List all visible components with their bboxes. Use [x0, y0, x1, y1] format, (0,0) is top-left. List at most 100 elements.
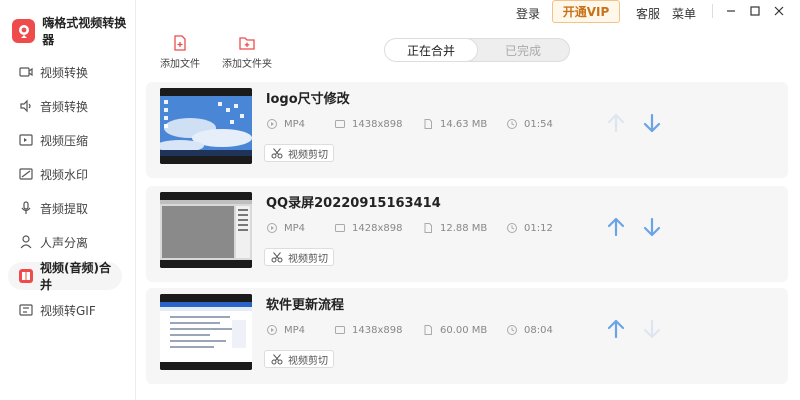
file-size: 60.00 MB [422, 324, 487, 336]
file-size-icon [422, 222, 440, 234]
duration-icon [506, 118, 524, 130]
clip-video-button[interactable]: 视频剪切 [264, 144, 334, 162]
add-folder-label: 添加文件夹 [222, 59, 272, 70]
file-size: 14.63 MB [422, 118, 487, 130]
format-icon [266, 324, 284, 336]
file-duration: 01:12 [506, 222, 553, 234]
add-folder-button[interactable]: 添加文件夹 [222, 34, 272, 70]
file-resolution-value: 1438x898 [352, 324, 403, 336]
move-up-icon[interactable] [605, 318, 627, 340]
move-up-icon[interactable] [605, 216, 627, 238]
file-size-icon [422, 118, 440, 130]
app-logo-icon [12, 19, 36, 43]
audio-convert-icon [18, 98, 34, 114]
file-duration-value: 01:54 [524, 118, 553, 130]
duration-icon [506, 324, 524, 336]
sidebar-item-label: 视频转换 [40, 65, 89, 80]
sidebar-item-label: 音频提取 [40, 201, 89, 216]
sidebar-item-video-gif[interactable]: 视频转GIF [8, 296, 122, 324]
file-card: QQ录屏20220915163414 MP4 1428x898 12.88 MB 01:… [146, 186, 788, 282]
file-card: logo尺寸修改 MP4 1438x898 14.63 MB 01:54 视频剪切 [146, 82, 788, 178]
move-down-icon[interactable] [641, 216, 663, 238]
sidebar-item-label: 视频水印 [40, 167, 89, 182]
file-size-value: 12.88 MB [440, 222, 488, 234]
file-resolution: 1438x898 [334, 118, 402, 130]
clip-video-label: 视频剪切 [288, 355, 328, 367]
sidebar-item-audio-convert[interactable]: 音频转换 [8, 92, 122, 120]
video-compress-icon [18, 132, 34, 148]
move-down-icon [641, 318, 663, 340]
scissors-icon [271, 148, 283, 159]
file-format-value: MP4 [284, 222, 306, 234]
file-format-value: MP4 [284, 118, 306, 130]
sidebar-item-audio-extract[interactable]: 音频提取 [8, 194, 122, 222]
file-format-value: MP4 [284, 324, 306, 336]
file-title: logo尺寸修改 [266, 92, 350, 107]
resolution-icon [334, 324, 352, 336]
title-bar-divider [712, 4, 713, 18]
clip-video-button[interactable]: 视频剪切 [264, 350, 334, 368]
status-tabs: 正在合并 已完成 [384, 38, 570, 62]
file-format: MP4 [266, 118, 305, 130]
app-name: 嗨格式视频转换器 [42, 16, 127, 47]
sidebar-item-voice-separate[interactable]: 人声分离 [8, 228, 122, 256]
video-convert-icon [18, 64, 34, 80]
file-size-value: 60.00 MB [440, 324, 488, 336]
file-card: 软件更新流程 MP4 1438x898 60.00 MB 08:04 视频剪切 [146, 288, 788, 384]
vip-button[interactable]: 开通VIP [552, 0, 620, 23]
file-resolution: 1428x898 [334, 222, 402, 234]
video-watermark-icon [18, 166, 34, 182]
resolution-icon [334, 118, 352, 130]
title-bar: 登录 开通VIP 客服 菜单 [136, 0, 800, 24]
file-size-icon [422, 324, 440, 336]
add-file-icon [174, 35, 186, 51]
duration-icon [506, 222, 524, 234]
tab-completed[interactable]: 已完成 [477, 39, 569, 61]
brand: 嗨格式视频转换器 [12, 14, 135, 48]
sidebar-item-label: 人声分离 [40, 235, 89, 250]
add-file-button[interactable]: 添加文件 [160, 34, 200, 70]
sidebar-item-video-watermark[interactable]: 视频水印 [8, 160, 122, 188]
audio-extract-icon [18, 200, 34, 216]
sidebar-item-video-convert[interactable]: 视频转换 [8, 58, 122, 86]
file-format: MP4 [266, 324, 305, 336]
file-size: 12.88 MB [422, 222, 487, 234]
clip-video-label: 视频剪切 [288, 253, 328, 265]
add-folder-icon [239, 37, 255, 50]
voice-separate-icon [18, 234, 34, 250]
menu-link[interactable]: 菜单 [672, 5, 696, 22]
video-thumbnail [160, 294, 252, 370]
sidebar-item-video-compress[interactable]: 视频压缩 [8, 126, 122, 154]
file-duration: 08:04 [506, 324, 553, 336]
clip-video-label: 视频剪切 [288, 149, 328, 161]
clip-video-button[interactable]: 视频剪切 [264, 248, 334, 266]
sidebar-item-label: 视频压缩 [40, 133, 89, 148]
format-icon [266, 222, 284, 234]
file-resolution-value: 1438x898 [352, 118, 403, 130]
service-link[interactable]: 客服 [636, 5, 660, 22]
move-down-icon[interactable] [641, 112, 663, 134]
file-format: MP4 [266, 222, 305, 234]
file-duration-value: 08:04 [524, 324, 553, 336]
video-merge-icon [18, 268, 34, 284]
add-file-label: 添加文件 [160, 59, 200, 70]
login-link[interactable]: 登录 [516, 5, 540, 22]
file-resolution-value: 1428x898 [352, 222, 403, 234]
minimize-icon[interactable] [722, 2, 740, 20]
sidebar: 嗨格式视频转换器 视频转换音频转换视频压缩视频水印音频提取人声分离视频(音频)合… [0, 0, 136, 400]
sidebar-item-label: 视频(音频)合并 [40, 261, 111, 292]
maximize-icon[interactable] [746, 2, 764, 20]
video-thumbnail [160, 88, 252, 164]
scissors-icon [271, 252, 283, 263]
file-title: QQ录屏20220915163414 [266, 196, 441, 211]
close-icon[interactable] [770, 2, 788, 20]
video-thumbnail [160, 192, 252, 268]
sidebar-item-label: 音频转换 [40, 99, 89, 114]
file-resolution: 1438x898 [334, 324, 402, 336]
tab-merging[interactable]: 正在合并 [385, 39, 478, 61]
resolution-icon [334, 222, 352, 234]
sidebar-item-label: 视频转GIF [40, 303, 96, 318]
file-duration: 01:54 [506, 118, 553, 130]
file-title: 软件更新流程 [266, 298, 345, 313]
sidebar-item-video-merge[interactable]: 视频(音频)合并 [8, 261, 122, 292]
